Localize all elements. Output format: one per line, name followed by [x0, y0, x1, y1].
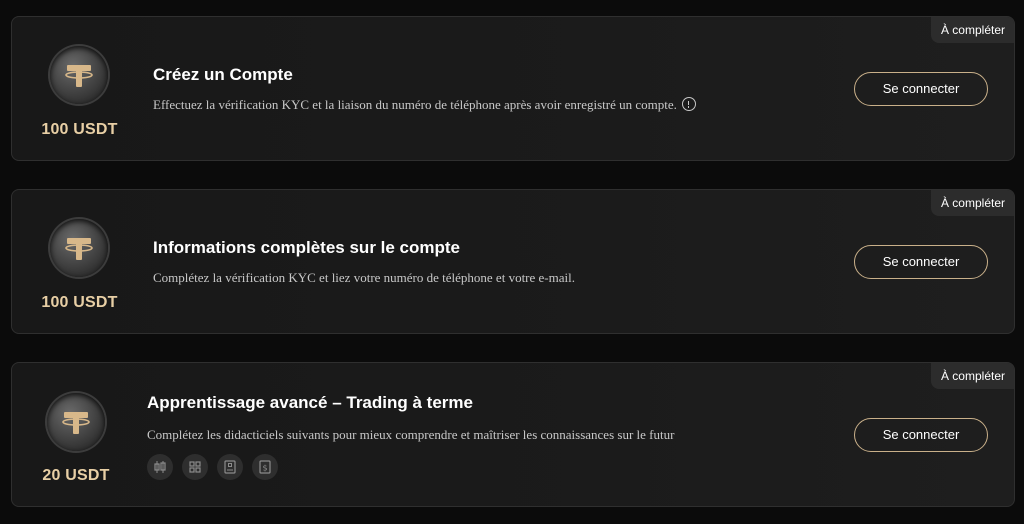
- candlestick-chart-icon[interactable]: [147, 454, 173, 480]
- reward-amount: 100 USDT: [41, 121, 118, 138]
- task-title: Créez un Compte: [153, 65, 293, 84]
- task-card: À compléter 20 USDT Apprentissage avancé…: [11, 362, 1015, 507]
- book-icon[interactable]: [217, 454, 243, 480]
- task-description-text: Complétez la vérification KYC et liez vo…: [153, 270, 575, 285]
- task-description-text: Complétez les didacticiels suivants pour…: [147, 427, 675, 442]
- task-list: À compléter 100 USDT Créez un Compte Eff…: [0, 0, 1024, 524]
- task-card: À compléter 100 USDT Informations complè…: [11, 189, 1015, 334]
- status-badge: À compléter: [930, 17, 1014, 43]
- task-title: Apprentissage avancé – Trading à terme: [147, 393, 473, 412]
- task-title: Informations complètes sur le compte: [153, 238, 461, 257]
- tether-coin-icon: [50, 46, 108, 104]
- dollar-document-icon[interactable]: $: [252, 454, 278, 480]
- task-description-text: Effectuez la vérification KYC et la liai…: [153, 97, 677, 112]
- status-badge: À compléter: [930, 363, 1014, 389]
- connect-button[interactable]: Se connecter: [854, 72, 988, 106]
- svg-text:$: $: [262, 464, 267, 473]
- reward-block: 20 USDT: [12, 363, 140, 506]
- tether-coin-icon: [47, 393, 105, 451]
- connect-button[interactable]: Se connecter: [854, 418, 988, 452]
- status-badge: À compléter: [930, 190, 1014, 216]
- reward-amount: 20 USDT: [42, 467, 110, 484]
- info-icon[interactable]: [681, 97, 696, 111]
- grid-layout-icon[interactable]: [182, 454, 208, 480]
- reward-amount: 100 USDT: [41, 294, 118, 311]
- tether-coin-icon: [50, 219, 108, 277]
- connect-button[interactable]: Se connecter: [854, 245, 988, 279]
- task-description: Complétez la vérification KYC et liez vo…: [153, 270, 575, 286]
- reward-block: 100 USDT: [12, 190, 147, 333]
- task-description: Effectuez la vérification KYC et la liai…: [153, 97, 696, 113]
- tutorial-icons: $: [147, 454, 278, 480]
- task-card: À compléter 100 USDT Créez un Compte Eff…: [11, 16, 1015, 161]
- task-description: Complétez les didacticiels suivants pour…: [147, 427, 674, 443]
- reward-block: 100 USDT: [12, 17, 147, 160]
